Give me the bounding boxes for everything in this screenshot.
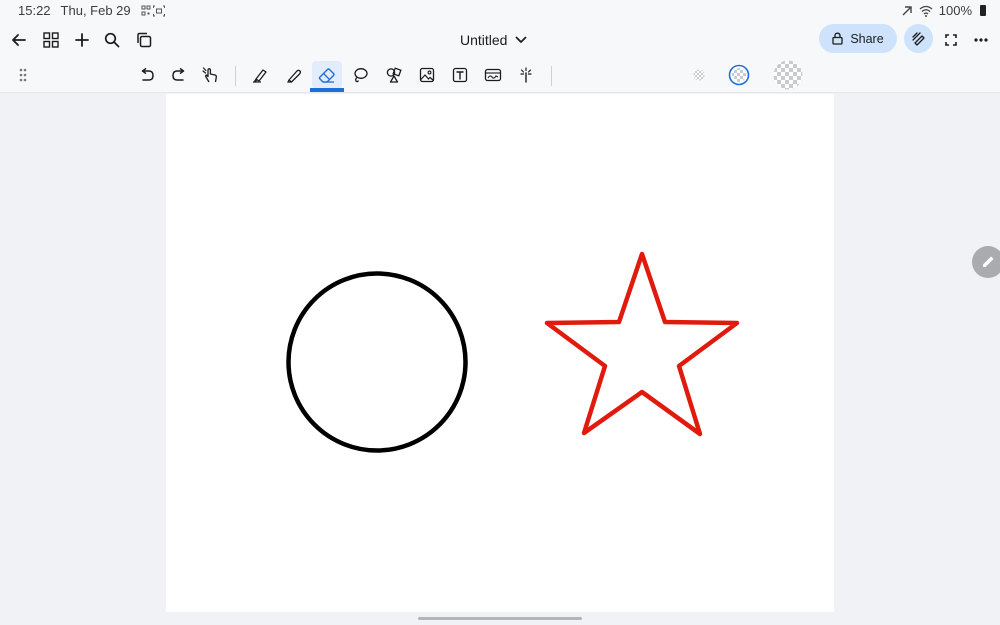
battery-icon xyxy=(980,5,986,16)
more-options-button[interactable] xyxy=(967,26,995,54)
grid-view-button[interactable] xyxy=(37,26,65,54)
wifi-icon xyxy=(919,5,933,17)
eraser-icon xyxy=(318,67,336,83)
grid-icon xyxy=(43,32,59,48)
touch-draw-button[interactable] xyxy=(196,61,226,89)
chevron-down-icon xyxy=(515,36,527,44)
eraser-size-large[interactable] xyxy=(772,60,804,90)
share-button[interactable]: Share xyxy=(819,24,897,53)
qr-scan-icon xyxy=(141,5,167,17)
toolbar-divider xyxy=(235,66,236,86)
fullscreen-button[interactable] xyxy=(937,26,965,54)
laser-pointer-tool[interactable] xyxy=(511,61,541,89)
pages-button[interactable] xyxy=(130,26,158,54)
drawn-star[interactable] xyxy=(544,251,740,437)
document-title: Untitled xyxy=(460,32,508,48)
arrow-left-icon xyxy=(11,32,27,48)
copy-icon xyxy=(136,32,152,48)
status-left: 15:22 Thu, Feb 29 xyxy=(18,3,167,18)
back-button[interactable] xyxy=(5,26,33,54)
document-title-menu[interactable]: Untitled xyxy=(460,28,527,52)
laser-pointer-icon xyxy=(518,67,534,83)
transparent-swatch-medium-icon xyxy=(728,64,750,86)
data-saver-icon xyxy=(901,5,913,17)
drag-handle-icon xyxy=(19,68,27,82)
home-indicator[interactable] xyxy=(418,617,582,620)
active-tool-indicator xyxy=(310,88,344,92)
status-time: 15:22 xyxy=(18,3,51,18)
fountain-pen-icon xyxy=(252,67,268,83)
pen-tool[interactable] xyxy=(245,61,275,89)
shapes-tool[interactable] xyxy=(379,61,409,89)
sticker-icon xyxy=(484,67,502,83)
sticker-tool[interactable] xyxy=(478,61,508,89)
eraser-size-medium[interactable] xyxy=(724,61,754,89)
redo-icon xyxy=(171,68,187,82)
search-icon xyxy=(104,32,120,48)
pencil-tool[interactable] xyxy=(279,61,309,89)
drawing-canvas[interactable] xyxy=(166,94,834,612)
lock-icon xyxy=(832,32,843,45)
eraser-size-small[interactable] xyxy=(684,61,714,89)
add-page-button[interactable] xyxy=(68,26,96,54)
pencil-icon xyxy=(286,67,302,83)
share-label: Share xyxy=(850,31,884,46)
lasso-tool[interactable] xyxy=(345,61,375,89)
hand-pointer-icon xyxy=(202,67,220,83)
transparent-swatch-small-icon xyxy=(693,69,705,81)
undo-button[interactable] xyxy=(132,61,162,89)
text-tool[interactable] xyxy=(445,61,475,89)
status-right: 100% xyxy=(901,3,986,18)
pen-lines-icon xyxy=(911,31,926,46)
floating-pen-button[interactable] xyxy=(972,246,1000,278)
image-icon xyxy=(419,67,435,83)
drawn-circle[interactable] xyxy=(286,271,468,453)
shapes-icon xyxy=(386,67,402,83)
text-box-icon xyxy=(452,67,468,83)
pencil-edit-icon xyxy=(980,254,996,270)
transparent-swatch-large-icon xyxy=(773,60,803,90)
plus-icon xyxy=(75,33,89,47)
pen-mode-button[interactable] xyxy=(904,24,933,53)
image-tool[interactable] xyxy=(412,61,442,89)
lasso-icon xyxy=(352,67,368,83)
redo-button[interactable] xyxy=(164,61,194,89)
drawing-toolbar xyxy=(0,58,1000,93)
toolbar-divider-2 xyxy=(551,66,552,86)
more-icon xyxy=(974,38,988,42)
fullscreen-icon xyxy=(945,34,957,46)
top-bar: Untitled Share xyxy=(0,22,1000,58)
status-bar: 15:22 Thu, Feb 29 100% xyxy=(0,0,1000,22)
undo-icon xyxy=(139,68,155,82)
status-date: Thu, Feb 29 xyxy=(60,3,131,18)
battery-percent: 100% xyxy=(938,3,972,18)
eraser-tool[interactable] xyxy=(312,61,342,89)
search-button[interactable] xyxy=(98,26,126,54)
toolbar-drag-handle[interactable] xyxy=(8,61,38,89)
